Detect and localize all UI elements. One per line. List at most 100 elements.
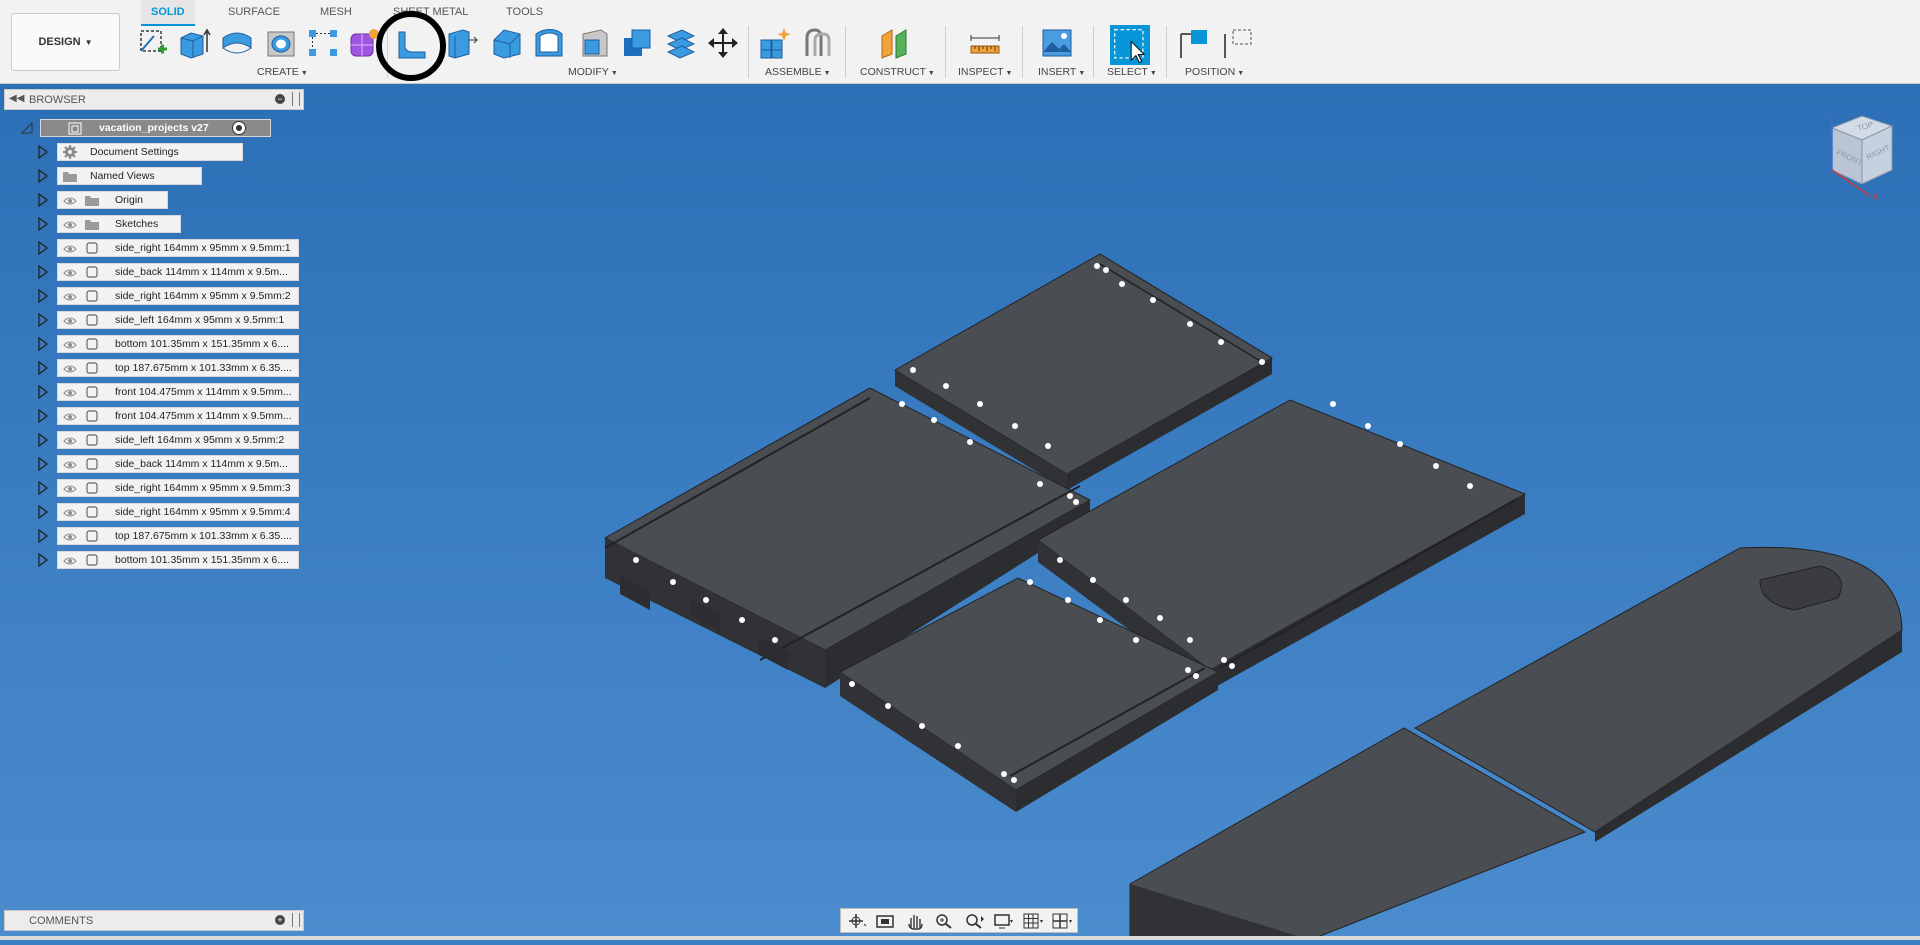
- expand-triangle-icon[interactable]: [36, 286, 50, 306]
- construct-menu-label: CONSTRUCT: [860, 66, 926, 78]
- modify-menu[interactable]: MODIFY ▼: [568, 66, 618, 78]
- extrude-icon[interactable]: [177, 26, 211, 60]
- pin-icon[interactable]: [292, 913, 300, 927]
- tree-item-label: side_right 164mm x 95mm x 9.5mm:4: [115, 506, 291, 518]
- eye-icon[interactable]: [63, 531, 77, 541]
- eye-icon[interactable]: [63, 411, 77, 421]
- create-menu-label: CREATE: [257, 66, 299, 78]
- create-form-icon[interactable]: [347, 26, 381, 60]
- eye-icon[interactable]: [63, 195, 77, 205]
- expand-triangle-icon[interactable]: [36, 430, 50, 450]
- expand-triangle-icon[interactable]: [36, 142, 50, 162]
- grid-icon[interactable]: [1022, 912, 1044, 930]
- eye-icon[interactable]: [63, 435, 77, 445]
- folder-icon: [62, 169, 78, 183]
- measure-icon[interactable]: [968, 26, 1002, 60]
- viewports-icon[interactable]: [1051, 912, 1073, 930]
- look-at-icon[interactable]: [874, 912, 896, 930]
- construct-menu[interactable]: CONSTRUCT ▼: [860, 66, 935, 78]
- eye-icon[interactable]: [63, 243, 77, 253]
- viewcube[interactable]: TOP FRONT RIGHT Z X: [1810, 104, 1910, 204]
- expand-triangle-icon[interactable]: [36, 310, 50, 330]
- move-copy-icon[interactable]: [706, 26, 740, 60]
- expand-triangle-icon[interactable]: [36, 190, 50, 210]
- offset-face-icon[interactable]: [664, 26, 698, 60]
- tab-solid[interactable]: SOLID: [141, 0, 195, 26]
- tree-item-label-box: Named Views: [57, 167, 202, 185]
- workspace-switcher[interactable]: DESIGN ▼: [11, 13, 120, 71]
- eye-icon[interactable]: [63, 339, 77, 349]
- fit-icon[interactable]: [963, 912, 985, 930]
- create-sketch-icon[interactable]: [136, 26, 170, 60]
- expand-triangle-icon[interactable]: [36, 406, 50, 426]
- position-menu[interactable]: POSITION ▼: [1185, 66, 1244, 78]
- expand-triangle-icon[interactable]: [36, 454, 50, 474]
- select-icon[interactable]: [1110, 25, 1150, 65]
- expand-triangle-icon[interactable]: [36, 478, 50, 498]
- expand-triangle-icon[interactable]: [36, 358, 50, 378]
- expand-triangle-icon[interactable]: [36, 262, 50, 282]
- minus-icon[interactable]: −: [275, 94, 285, 104]
- expand-triangle-icon[interactable]: [36, 526, 50, 546]
- eye-icon[interactable]: [46, 123, 60, 133]
- display-settings-icon[interactable]: [992, 912, 1014, 930]
- body-icon: [84, 409, 100, 423]
- combine-icon[interactable]: [620, 26, 654, 60]
- create-menu[interactable]: CREATE ▼: [257, 66, 308, 78]
- shell-icon[interactable]: [532, 26, 566, 60]
- expand-triangle-icon[interactable]: [36, 550, 50, 570]
- add-comment-icon[interactable]: +: [275, 915, 285, 925]
- expand-triangle-icon[interactable]: [36, 334, 50, 354]
- tab-mesh[interactable]: MESH: [320, 0, 352, 24]
- body-icon: [84, 241, 100, 255]
- revert-position-icon[interactable]: [1221, 26, 1255, 60]
- toolbar-divider: [387, 26, 388, 78]
- eye-icon[interactable]: [63, 507, 77, 517]
- press-pull-icon[interactable]: [445, 26, 479, 60]
- eye-icon[interactable]: [63, 291, 77, 301]
- expand-triangle-icon[interactable]: [36, 214, 50, 234]
- activate-component-icon[interactable]: [232, 121, 246, 135]
- eye-icon[interactable]: [63, 387, 77, 397]
- expand-triangle-icon[interactable]: [36, 166, 50, 186]
- expand-triangle-icon[interactable]: [36, 502, 50, 522]
- capture-position-icon[interactable]: [1177, 26, 1211, 60]
- expand-triangle-icon[interactable]: [36, 238, 50, 258]
- new-component-icon[interactable]: [757, 26, 791, 60]
- assemble-menu[interactable]: ASSEMBLE ▼: [765, 66, 831, 78]
- eye-icon[interactable]: [63, 219, 77, 229]
- expand-triangle-icon[interactable]: [36, 382, 50, 402]
- pin-icon[interactable]: [292, 92, 300, 106]
- modify-menu-label: MODIFY: [568, 66, 609, 78]
- orbit-icon[interactable]: [845, 912, 867, 930]
- tree-item-label-box: front 104.475mm x 114mm x 9.5mm...: [57, 407, 299, 425]
- eye-icon[interactable]: [63, 363, 77, 373]
- revolve-icon[interactable]: [220, 26, 254, 60]
- eye-icon[interactable]: [63, 267, 77, 277]
- toolbar-divider: [845, 26, 846, 78]
- eye-icon[interactable]: [63, 315, 77, 325]
- component-icon: [67, 121, 83, 135]
- tab-sheet-metal[interactable]: SHEET METAL: [393, 0, 468, 24]
- draft-icon[interactable]: [577, 26, 611, 60]
- inspect-menu[interactable]: INSPECT ▼: [958, 66, 1012, 78]
- eye-icon[interactable]: [63, 459, 77, 469]
- collapse-panel-icon[interactable]: ◀◀: [9, 93, 24, 104]
- offset-plane-icon[interactable]: [878, 26, 912, 60]
- joint-icon[interactable]: [801, 26, 835, 60]
- zoom-icon[interactable]: [933, 912, 955, 930]
- eye-icon[interactable]: [63, 555, 77, 565]
- tab-tools[interactable]: TOOLS: [506, 0, 543, 24]
- hole-icon[interactable]: [264, 26, 298, 60]
- chamfer-icon[interactable]: [490, 26, 524, 60]
- chevron-down-icon: ▼: [1005, 70, 1013, 77]
- eye-icon[interactable]: [63, 483, 77, 493]
- select-menu[interactable]: SELECT ▼: [1107, 66, 1157, 78]
- rectangular-pattern-icon[interactable]: [306, 26, 340, 60]
- insert-image-icon[interactable]: [1040, 26, 1074, 60]
- fillet-icon[interactable]: [395, 26, 429, 60]
- insert-menu[interactable]: INSERT ▼: [1038, 66, 1085, 78]
- pan-icon[interactable]: [904, 912, 926, 930]
- tab-surface[interactable]: SURFACE: [228, 0, 280, 24]
- collapse-triangle-icon[interactable]: [20, 118, 34, 138]
